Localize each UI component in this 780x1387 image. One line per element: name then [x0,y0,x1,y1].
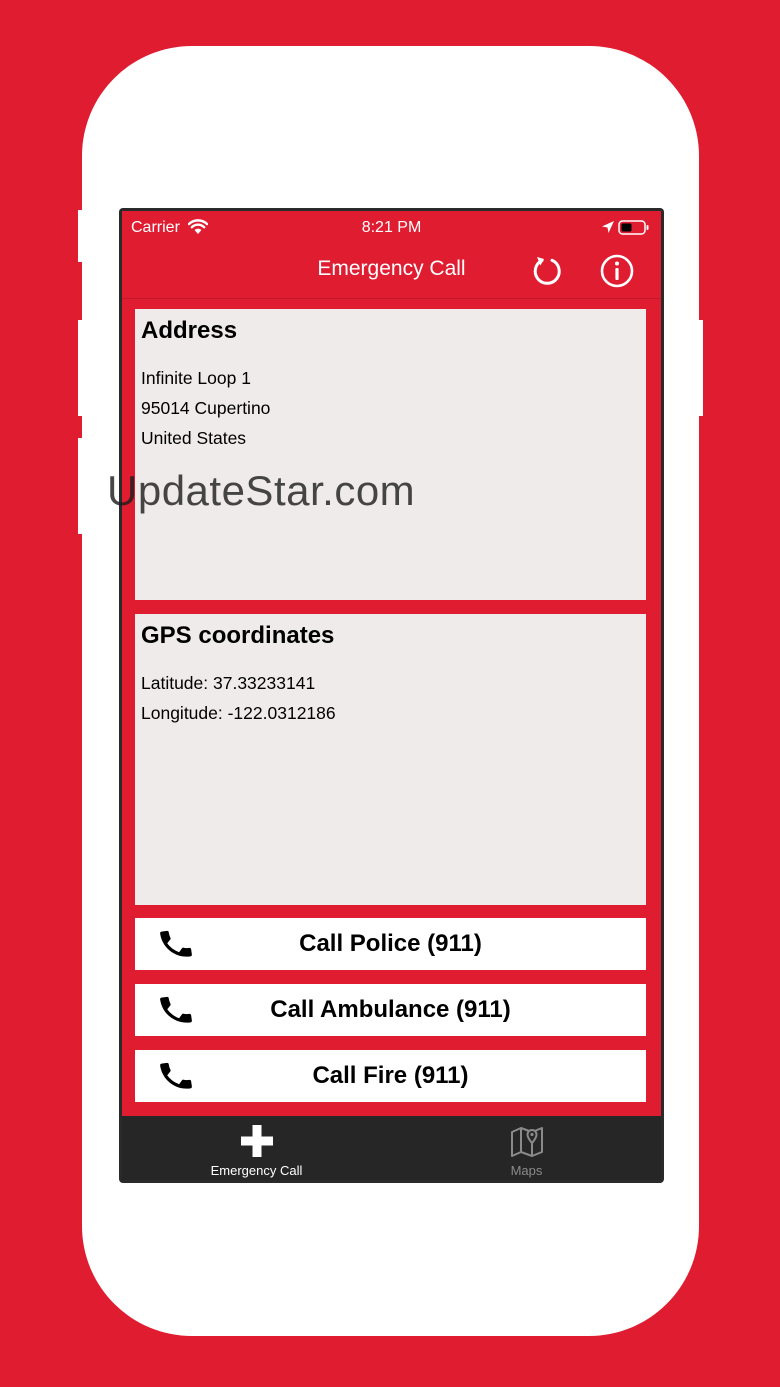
phone-screen: Carrier 8:21 PM Emergency Call Address I… [119,208,664,1183]
address-title: Address [141,317,238,344]
status-time: 8:21 PM [361,219,422,236]
status-bar: Carrier 8:21 PM [122,211,661,243]
tab-label: Emergency Call [210,1163,303,1178]
phone-power-button [697,320,703,416]
latitude-value: Latitude: 37.33233141 [141,673,316,693]
tab-label: Maps [510,1163,543,1178]
call-police-label: Call Police (911) [299,930,482,957]
address-line: United States [141,428,247,448]
navigation-bar: Emergency Call [122,243,661,299]
refresh-icon[interactable] [529,253,565,289]
address-card: Address Infinite Loop 1 95014 Cupertino … [135,309,646,600]
info-icon[interactable] [599,253,635,289]
address-line: 95014 Cupertino [141,398,271,418]
app-view: Carrier 8:21 PM Emergency Call Address I… [122,211,661,1180]
map-icon [510,1127,543,1157]
phone-volume-up-button [78,320,84,416]
gps-lines: Latitude: 37.33233141 Longitude: -122.03… [141,668,336,728]
address-lines: Infinite Loop 1 95014 Cupertino United S… [141,363,270,453]
page-title: Emergency Call [317,257,466,280]
phone-side-button [78,210,84,262]
call-fire-button[interactable]: Call Fire (911) [135,1050,646,1102]
watermark-text: UpdateStar.com [107,467,416,514]
location-arrow-icon [602,221,614,233]
tab-maps[interactable]: Maps [392,1116,661,1180]
call-ambulance-button[interactable]: Call Ambulance (911) [135,984,646,1036]
phone-volume-down-button [78,438,84,534]
address-line: Infinite Loop 1 [141,368,251,388]
longitude-value: Longitude: -122.0312186 [141,703,336,723]
tab-bar: Emergency Call Maps [122,1116,661,1180]
call-ambulance-label: Call Ambulance (911) [270,996,511,1023]
call-fire-label: Call Fire (911) [312,1062,469,1089]
gps-title: GPS coordinates [141,622,335,649]
tab-emergency-call[interactable]: Emergency Call [122,1116,391,1180]
call-police-button[interactable]: Call Police (911) [135,918,646,970]
plus-icon [240,1125,273,1157]
battery-icon [618,220,649,235]
gps-card: GPS coordinates Latitude: 37.33233141 Lo… [135,614,646,905]
